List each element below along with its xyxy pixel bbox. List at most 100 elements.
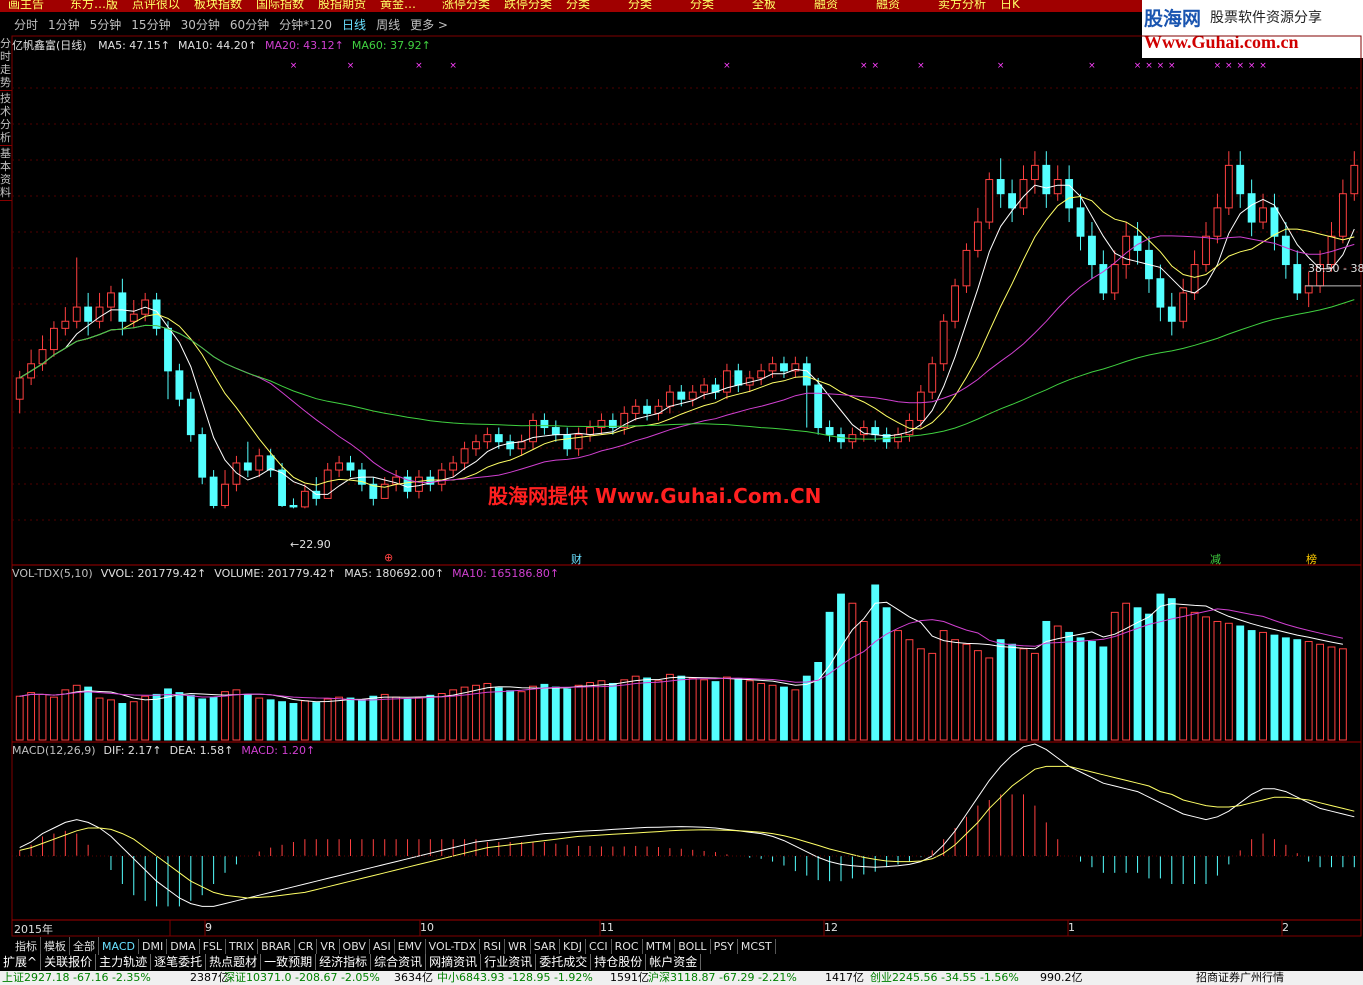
volume-bar [711, 681, 720, 741]
candle-body [1190, 264, 1199, 294]
bottom-button[interactable]: 一致预期 [261, 954, 317, 970]
indicator-tab-trix[interactable]: TRIX [226, 939, 259, 954]
indicator-tab-cr[interactable]: CR [295, 939, 318, 954]
bottom-button[interactable]: 扩展^ [0, 954, 42, 970]
event-marker[interactable]: 榜 [1306, 551, 1317, 567]
indicator-tab-psy[interactable]: PSY [711, 939, 738, 954]
candle-body [346, 462, 355, 471]
indicator-tab-cci[interactable]: CCI [586, 939, 612, 954]
indicator-tab-vol-tdx[interactable]: VOL-TDX [426, 939, 481, 954]
indicator-tab-dmi[interactable]: DMI [139, 939, 168, 954]
candle-body [1304, 285, 1313, 294]
candle-body [50, 327, 58, 351]
volume-bar [894, 630, 902, 741]
indicator-tab-roc[interactable]: ROC [612, 939, 643, 954]
legend-item: MACD: 1.20↑ [241, 744, 316, 757]
bottom-button[interactable]: 网摘资讯 [426, 954, 482, 970]
candle-body [1213, 207, 1222, 237]
cursor-price-label: 38.50 - 38 [1308, 262, 1363, 275]
indicator-tab-sar[interactable]: SAR [531, 939, 561, 954]
volume-bar [882, 607, 891, 741]
indicator-tab-vr[interactable]: VR [317, 939, 340, 954]
volume-bar [141, 695, 150, 741]
volume-bar [1304, 641, 1313, 741]
volume-bar [209, 696, 218, 741]
volume-bar [1019, 648, 1028, 741]
bottom-button[interactable]: 委托成交 [536, 954, 592, 970]
indicator-tab-kdj[interactable]: KDJ [560, 939, 586, 954]
indicator-tab-asi[interactable]: ASI [370, 939, 395, 954]
event-marker[interactable]: 财 [571, 551, 582, 567]
date-axis-label: 11 [600, 921, 614, 934]
volume-bar [1338, 648, 1347, 741]
bottom-button[interactable]: 关联报价 [41, 954, 97, 970]
indicator-tab-dma[interactable]: DMA [167, 939, 200, 954]
volume-bar [905, 639, 914, 741]
indicator-tab-指标[interactable]: 指标 [12, 937, 41, 955]
candle-body [278, 469, 286, 506]
indicator-tab-emv[interactable]: EMV [395, 939, 426, 954]
volume-bar [449, 689, 458, 741]
legend-item: MA5: 47.15↑ [98, 39, 171, 52]
indicator-tab-wr[interactable]: WR [505, 939, 531, 954]
volume-bar [859, 620, 868, 741]
legend-item: MA5: 180692.00↑ [344, 567, 445, 580]
volume-bar [1099, 646, 1108, 741]
signal-marker: × [449, 61, 457, 71]
volume-bar [118, 703, 127, 741]
indicator-tab-模板[interactable]: 模板 [41, 937, 70, 955]
bottom-button[interactable]: 经济指标 [316, 954, 372, 970]
macd-legend: MACD(12,26,9) DIF: 2.17↑ DEA: 1.58↑ MACD: 1… [12, 744, 323, 757]
indicator-tab-fsl[interactable]: FSL [200, 939, 226, 954]
indicator-tab-brar[interactable]: BRAR [258, 939, 296, 954]
candle-body [586, 427, 594, 436]
status-item: 1591亿 [610, 971, 649, 984]
volume-bar [551, 686, 560, 741]
volume-bar [745, 680, 754, 741]
volume-bar [403, 698, 412, 741]
indicator-tab-mcst[interactable]: MCST [738, 939, 776, 954]
ma10-line [19, 195, 1355, 488]
signal-marker: × [1157, 61, 1165, 71]
volume-bar [529, 685, 537, 741]
status-item: 990.2亿 [1040, 971, 1083, 984]
candle-body [563, 434, 572, 450]
candle-body [472, 441, 480, 450]
candle-body [1270, 207, 1279, 237]
bottom-button[interactable]: 逐笔委托 [151, 954, 207, 970]
volume-bar [1065, 631, 1074, 741]
indicator-tab-boll[interactable]: BOLL [675, 939, 711, 954]
volume-bar [1259, 631, 1267, 741]
bottom-button[interactable]: 综合资讯 [371, 954, 427, 970]
volume-bar [84, 686, 93, 741]
bottom-button[interactable]: 热点题材 [206, 954, 262, 970]
indicator-tab-rsi[interactable]: RSI [480, 939, 506, 954]
volume-bar [1076, 637, 1085, 741]
event-marker[interactable]: ⊕ [384, 551, 393, 564]
legend-item: MA10: 165186.80↑ [452, 567, 560, 580]
indicator-tab-obv[interactable]: OBV [340, 939, 370, 954]
bottom-button[interactable]: 行业资讯 [481, 954, 537, 970]
candle-body [551, 427, 560, 436]
volume-bar [278, 701, 286, 741]
volume-bar [221, 691, 229, 741]
event-marker[interactable]: 减 [1210, 551, 1221, 567]
candle-body [802, 363, 811, 386]
volume-bar [654, 680, 663, 741]
indicator-tab-mtm[interactable]: MTM [643, 939, 676, 954]
volume-bar [1190, 611, 1199, 741]
indicator-tab-全部[interactable]: 全部 [70, 937, 99, 955]
candle-body [243, 462, 252, 471]
bottom-button[interactable]: 帐户资金 [646, 954, 702, 970]
date-axis-label: 2 [1282, 921, 1289, 934]
volume-bar [1213, 620, 1222, 741]
candle-body [825, 427, 834, 436]
bottom-button[interactable]: 持仓股份 [591, 954, 647, 970]
candle-body [1099, 264, 1108, 294]
volume-bar [175, 692, 184, 741]
bottom-button[interactable]: 主力轨迹 [96, 954, 152, 970]
indicator-tab-macd[interactable]: MACD [99, 939, 139, 954]
indicator-tabs: 指标 模板 全部 MACD DMI DMA FSL TRIX BRAR CR VR OBV ASI EMV… [12, 937, 776, 955]
volume-bar [357, 699, 366, 741]
candle-body [985, 179, 994, 223]
